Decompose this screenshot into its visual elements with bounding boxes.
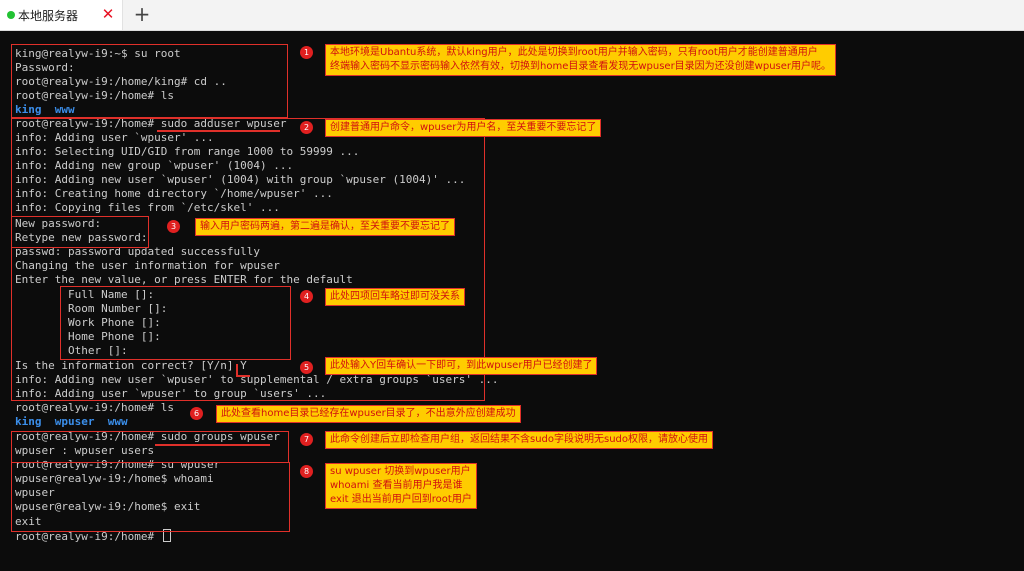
close-icon[interactable]: ✕ xyxy=(100,5,116,23)
highlight-box-7 xyxy=(11,431,289,463)
dir-entry: king xyxy=(15,415,42,428)
annotation-badge-5: 5 xyxy=(300,361,313,374)
annotation-badge-8: 8 xyxy=(300,465,313,478)
tab-bar: 本地服务器 ✕ + xyxy=(0,0,1024,31)
note-line: 此处输入Y回车确认一下即可，到此wpuser用户已经创建了 xyxy=(330,360,593,371)
annotation-badge-2: 2 xyxy=(300,121,313,134)
tab-local-server[interactable]: 本地服务器 ✕ xyxy=(0,0,123,30)
underline-groups xyxy=(155,444,270,446)
annotation-note-1: 本地环境是Ubantu系统，默认king用户，此处是切换到root用户并输入密码… xyxy=(325,44,837,76)
dir-entry: wpuser xyxy=(54,415,95,428)
annotation-note-8: su wpuser 切换到wpuser用户 whoami 查看当前用户我是谁 e… xyxy=(325,463,477,509)
note-line: 创建普通用户命令，wpuser为用户名，至关重要不要忘记了 xyxy=(330,122,597,133)
underline-adduser xyxy=(157,130,280,132)
annotation-badge-7: 7 xyxy=(300,433,313,446)
annotation-note-5: 此处输入Y回车确认一下即可，到此wpuser用户已经创建了 xyxy=(325,357,598,375)
dir-entry: www xyxy=(107,415,128,428)
note-line: exit 退出当前用户回到root用户 xyxy=(330,494,472,505)
annotation-badge-1: 1 xyxy=(300,46,313,59)
note-line: 此命令创建后立即检查用户组，返回结果不含sudo字段说明无sudo权限，请放心使… xyxy=(330,434,709,445)
annotation-note-7: 此命令创建后立即检查用户组，返回结果不含sudo字段说明无sudo权限，请放心使… xyxy=(325,431,714,449)
note-line: 此处查看home目录已经存在wpuser目录了，不出意外应创建成功 xyxy=(221,408,516,419)
tab-title: 本地服务器 xyxy=(18,9,79,23)
underline-y xyxy=(236,375,250,377)
annotation-note-3: 输入用户密码两遍，第二遍是确认，至关重要不要忘记了 xyxy=(195,218,455,236)
note-line: 终端输入密码不显示密码输入依然有效，切换到home目录查看发现无wpuser目录… xyxy=(330,61,832,72)
annotation-note-2: 创建普通用户命令，wpuser为用户名，至关重要不要忘记了 xyxy=(325,119,602,137)
note-line: 本地环境是Ubantu系统，默认king用户，此处是切换到root用户并输入密码… xyxy=(330,47,818,58)
annotation-badge-6: 6 xyxy=(190,407,203,420)
ls-output-line: king wpuser www xyxy=(15,415,128,429)
annotation-note-6: 此处查看home目录已经存在wpuser目录了，不出意外应创建成功 xyxy=(216,405,521,423)
annotation-badge-4: 4 xyxy=(300,290,313,303)
highlight-box-4 xyxy=(60,286,291,360)
annotation-badge-3: 3 xyxy=(167,220,180,233)
terminal-line: root@realyw-i9:/home# ls xyxy=(15,401,174,414)
highlight-box-8 xyxy=(11,462,290,532)
connection-status-dot-icon xyxy=(7,11,15,19)
annotation-note-4: 此处四项回车略过即可没关系 xyxy=(325,288,465,306)
note-line: whoami 查看当前用户我是谁 xyxy=(330,480,463,491)
note-line: su wpuser 切换到wpuser用户 xyxy=(330,466,471,477)
highlight-box-3 xyxy=(11,216,149,248)
note-line: 输入用户密码两遍，第二遍是确认，至关重要不要忘记了 xyxy=(200,221,450,232)
note-line: 此处四项回车略过即可没关系 xyxy=(330,291,460,302)
new-tab-plus-icon[interactable]: + xyxy=(131,3,153,25)
highlight-box-1 xyxy=(11,44,288,118)
